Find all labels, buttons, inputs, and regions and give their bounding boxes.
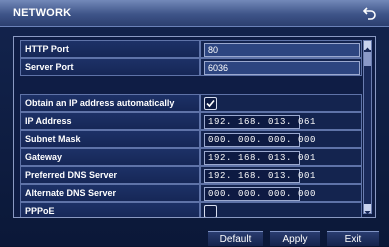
title-bar: NETWORK [0, 0, 389, 27]
pppoe-label: PPPoE [20, 202, 200, 217]
back-arrow-icon[interactable] [362, 5, 377, 21]
alternate-dns-row: Alternate DNS Server 000. 000. 000. 000 [20, 184, 362, 202]
scrollbar[interactable] [363, 40, 372, 215]
server-port-row: Server Port 6036 [20, 58, 362, 76]
http-port-label: HTTP Port [20, 40, 200, 58]
pppoe-checkbox[interactable] [204, 205, 217, 217]
network-window: NETWORK HTTP Port 80 Server Port 6036 Ob… [0, 0, 389, 246]
gateway-row: Gateway 192. 168. 013. 001 [20, 148, 362, 166]
alternate-dns-input[interactable]: 000. 000. 000. 000 [204, 187, 315, 201]
http-port-input[interactable]: 80 [204, 43, 360, 57]
dhcp-row: Obtain an IP address automatically [20, 94, 362, 112]
preferred-dns-label: Preferred DNS Server [20, 166, 200, 184]
ip-address-label: IP Address [20, 112, 200, 130]
gateway-label: Gateway [20, 148, 200, 166]
default-button[interactable]: Default [208, 231, 263, 246]
checkmark-icon [206, 99, 215, 108]
gateway-input[interactable]: 192. 168. 013. 001 [204, 151, 315, 165]
preferred-dns-input[interactable]: 192. 168. 013. 001 [204, 169, 315, 183]
scroll-up-icon[interactable] [364, 41, 371, 51]
dhcp-label: Obtain an IP address automatically [20, 94, 200, 112]
subnet-mask-input[interactable]: 000. 000. 000. 000 [204, 133, 315, 147]
preferred-dns-row: Preferred DNS Server 192. 168. 013. 001 [20, 166, 362, 184]
ip-address-input[interactable]: 192. 168. 013. 061 [204, 115, 315, 129]
scroll-thumb[interactable] [364, 52, 371, 66]
window-title: NETWORK [13, 7, 72, 19]
subnet-mask-label: Subnet Mask [20, 130, 200, 148]
exit-button[interactable]: Exit [327, 231, 379, 246]
server-port-label: Server Port [20, 58, 200, 76]
pppoe-row: PPPoE [20, 202, 362, 217]
settings-panel: HTTP Port 80 Server Port 6036 Obtain an … [13, 36, 376, 218]
ip-address-row: IP Address 192. 168. 013. 061 [20, 112, 362, 130]
scroll-down-icon[interactable] [364, 204, 371, 215]
alternate-dns-label: Alternate DNS Server [20, 184, 200, 202]
apply-button[interactable]: Apply [270, 231, 320, 246]
server-port-input[interactable]: 6036 [204, 61, 360, 75]
dhcp-checkbox[interactable] [204, 97, 217, 110]
subnet-mask-row: Subnet Mask 000. 000. 000. 000 [20, 130, 362, 148]
http-port-row: HTTP Port 80 [20, 40, 362, 58]
